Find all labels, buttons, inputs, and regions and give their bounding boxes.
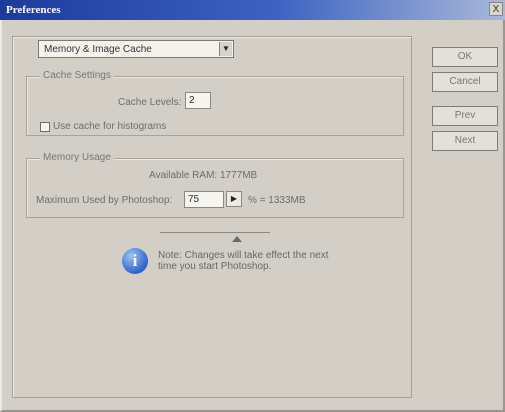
slider-thumb[interactable] xyxy=(232,236,242,242)
cache-levels-input[interactable]: 2 xyxy=(185,92,211,109)
close-icon[interactable]: X xyxy=(489,2,503,16)
preferences-dialog: Memory & Image Cache ▼ Cache Settings Ca… xyxy=(0,20,505,412)
section-select[interactable]: Memory & Image Cache ▼ xyxy=(38,40,234,58)
memory-slider[interactable] xyxy=(160,232,270,242)
max-used-label: Maximum Used by Photoshop: xyxy=(36,195,173,206)
cancel-button[interactable]: Cancel xyxy=(432,72,498,92)
use-cache-histograms-label: Use cache for histograms xyxy=(53,121,167,132)
title-bar: Preferences X xyxy=(0,0,505,20)
window-title: Preferences xyxy=(6,4,61,16)
section-select-value: Memory & Image Cache xyxy=(44,44,152,55)
memory-usage-group xyxy=(26,158,404,218)
available-ram-text: Available RAM: 1777MB xyxy=(149,170,258,181)
use-cache-histograms-checkbox[interactable] xyxy=(40,122,50,132)
chevron-down-icon[interactable]: ▼ xyxy=(219,42,232,56)
next-button[interactable]: Next xyxy=(432,131,498,151)
info-icon: i xyxy=(122,248,148,274)
prev-button[interactable]: Prev xyxy=(432,106,498,126)
cache-settings-legend: Cache Settings xyxy=(40,70,114,81)
slider-toggle-button[interactable]: ▶ xyxy=(226,191,242,207)
memory-usage-legend: Memory Usage xyxy=(40,152,114,163)
ok-button[interactable]: OK xyxy=(432,47,498,67)
max-used-input[interactable]: 75 xyxy=(184,191,224,208)
restart-note: Note: Changes will take effect the next … xyxy=(158,250,329,272)
cache-levels-label: Cache Levels: xyxy=(118,97,182,108)
max-used-suffix: % = 1333MB xyxy=(248,195,306,206)
